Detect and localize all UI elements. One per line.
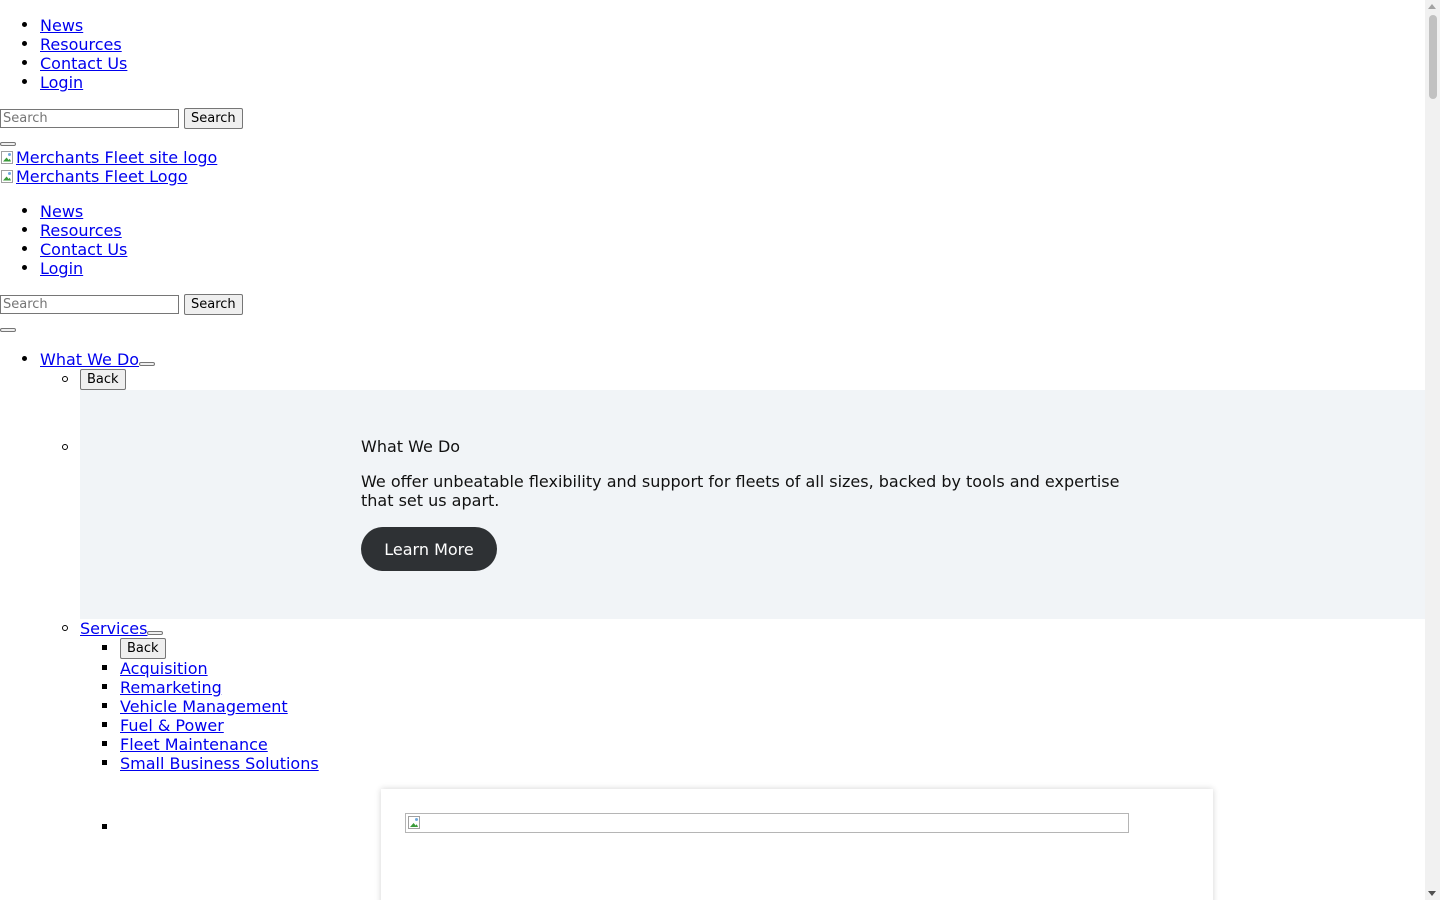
fleet-logo-alt-text: Merchants Fleet Logo — [16, 167, 188, 186]
bullet-icon — [62, 444, 68, 450]
scroll-down-arrow-icon[interactable] — [1428, 891, 1436, 896]
broken-image-icon — [407, 815, 421, 831]
bullet-icon — [102, 684, 107, 689]
bullet-icon — [102, 703, 107, 708]
bullet-icon — [22, 41, 27, 46]
what-we-do-panel: What We Do We offer unbeatable flexibili… — [80, 390, 1425, 619]
fleet-logo-link[interactable]: Merchants Fleet Logo — [0, 167, 188, 186]
bullet-icon — [102, 760, 107, 765]
scroll-up-arrow-icon[interactable] — [1428, 4, 1436, 9]
nav-link-resources[interactable]: Resources — [40, 35, 122, 54]
bullet-icon — [102, 665, 107, 670]
search-form: Search — [0, 294, 243, 315]
page: News Resources Contact Us Login Search M… — [0, 0, 1425, 900]
card-image — [405, 813, 1129, 833]
bullet-icon — [22, 265, 27, 270]
service-link-remarketing[interactable]: Remarketing — [120, 678, 222, 697]
learn-more-button[interactable]: Learn More — [361, 527, 497, 571]
search-button[interactable]: Search — [184, 108, 243, 129]
service-link-fuel-power[interactable]: Fuel & Power — [120, 716, 224, 735]
service-link-acquisition[interactable]: Acquisition — [120, 659, 208, 678]
broken-image-icon — [0, 169, 14, 185]
nav-link-services[interactable]: Services — [80, 619, 147, 638]
bullet-icon — [102, 741, 107, 746]
nav-link-what-we-do[interactable]: What We Do — [40, 350, 139, 369]
panel-title: What We Do — [361, 437, 461, 456]
bullet-icon — [102, 824, 107, 829]
bullet-icon — [22, 246, 27, 251]
what-we-do-submenu-toggle[interactable] — [139, 362, 155, 366]
bullet-icon — [102, 722, 107, 727]
bullet-icon — [22, 356, 27, 361]
bullet-icon — [22, 227, 27, 232]
bullet-icon — [22, 208, 27, 213]
bullet-icon — [22, 22, 27, 27]
service-link-small-business-solutions[interactable]: Small Business Solutions — [120, 754, 319, 773]
site-logo-alt-text: Merchants Fleet site logo — [16, 148, 218, 167]
nav-link-login[interactable]: Login — [40, 259, 83, 278]
site-logo-link[interactable]: Merchants Fleet site logo — [0, 148, 217, 167]
nav-link-news[interactable]: News — [40, 16, 83, 35]
nav-link-login[interactable]: Login — [40, 73, 83, 92]
search-input[interactable] — [0, 109, 179, 128]
nav-link-resources[interactable]: Resources — [40, 221, 122, 240]
vertical-scrollbar[interactable] — [1425, 0, 1440, 900]
scrollbar-thumb[interactable] — [1429, 15, 1437, 99]
menu-toggle-button[interactable] — [0, 142, 16, 146]
bullet-icon — [62, 376, 68, 382]
search-input[interactable] — [0, 295, 179, 314]
search-form: Search — [0, 108, 243, 129]
bullet-icon — [22, 60, 27, 65]
services-submenu-toggle[interactable] — [147, 631, 163, 635]
nav-link-news[interactable]: News — [40, 202, 83, 221]
back-button[interactable]: Back — [80, 369, 126, 390]
services-feature-card — [381, 789, 1213, 900]
nav-link-contact-us[interactable]: Contact Us — [40, 54, 127, 73]
back-button[interactable]: Back — [120, 638, 166, 659]
nav-link-contact-us[interactable]: Contact Us — [40, 240, 127, 259]
menu-toggle-button[interactable] — [0, 328, 16, 332]
service-link-vehicle-management[interactable]: Vehicle Management — [120, 697, 288, 716]
bullet-icon — [102, 645, 107, 650]
bullet-icon — [62, 625, 68, 631]
search-button[interactable]: Search — [184, 294, 243, 315]
panel-description: We offer unbeatable flexibility and supp… — [361, 472, 1120, 510]
bullet-icon — [22, 79, 27, 84]
service-link-fleet-maintenance[interactable]: Fleet Maintenance — [120, 735, 268, 754]
broken-image-icon — [0, 150, 14, 166]
